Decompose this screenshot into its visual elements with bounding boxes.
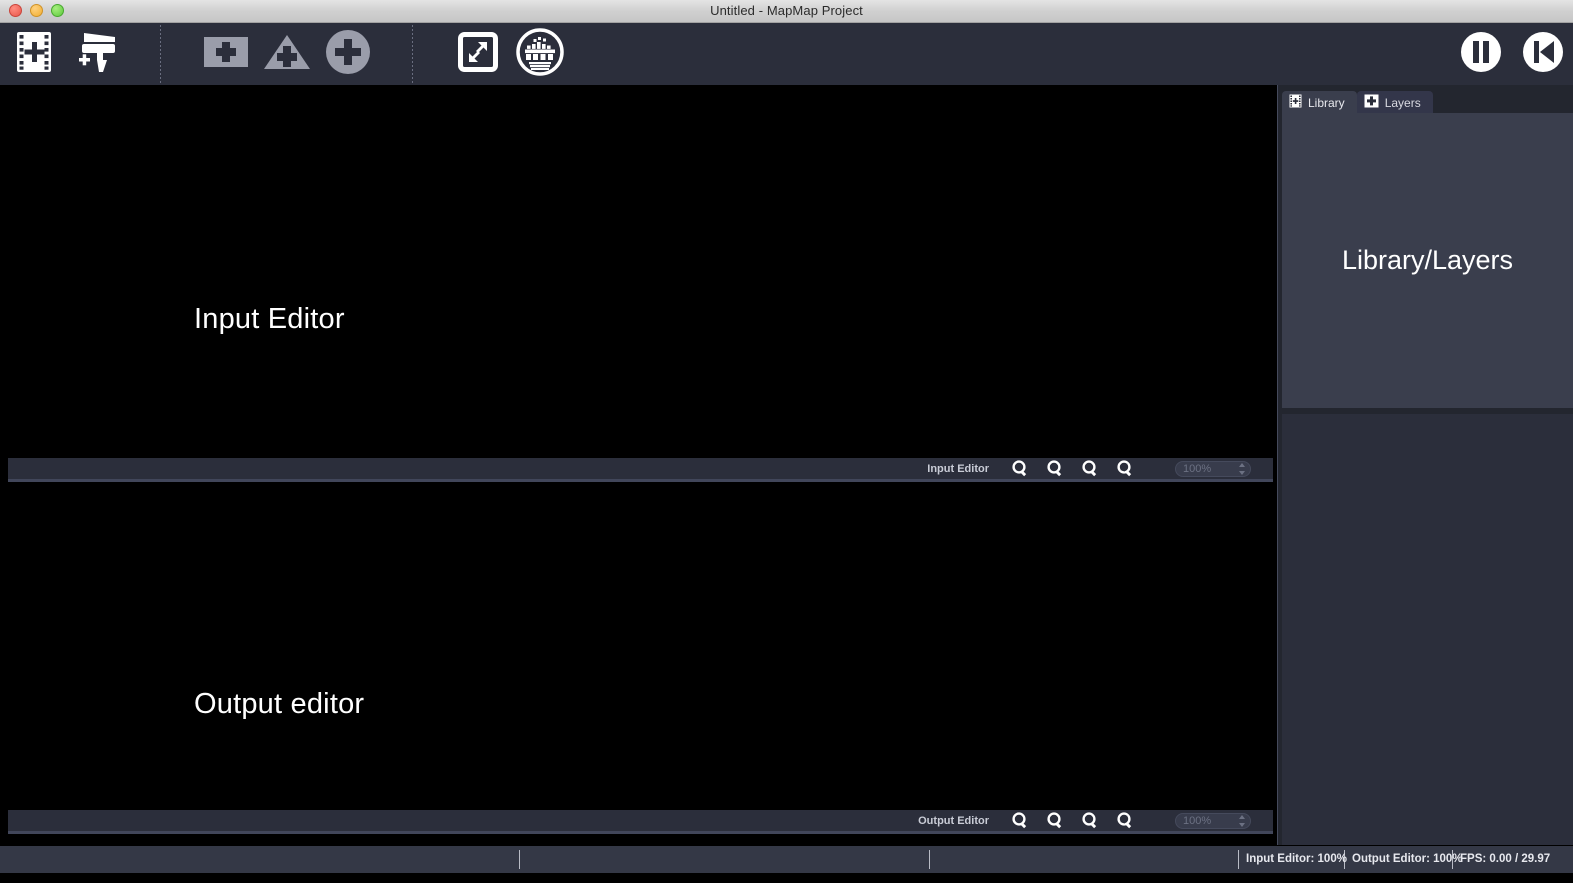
input-zoom-in-button[interactable] bbox=[1005, 458, 1035, 480]
add-color-paint-button[interactable] bbox=[68, 23, 124, 85]
test-signal-icon bbox=[516, 27, 564, 81]
pause-icon bbox=[1460, 31, 1502, 78]
output-editor-canvas[interactable]: Output editor bbox=[0, 488, 1273, 810]
add-ellipse-icon bbox=[325, 29, 371, 80]
add-media-file-button[interactable] bbox=[8, 23, 60, 85]
input-zoom-level-value: 100% bbox=[1183, 462, 1212, 475]
input-editor-canvas-label: Input Editor bbox=[194, 303, 345, 335]
output-editor-zoombar-title: Output Editor bbox=[918, 814, 989, 827]
library-pane-placeholder-text: Library/Layers bbox=[1341, 245, 1514, 275]
output-zoom-fit-button[interactable] bbox=[1110, 810, 1140, 832]
right-dock-panel: Library Layers Library/Layers bbox=[1277, 85, 1573, 845]
status-fps: FPS: 0.00 / 29.97 bbox=[1460, 853, 1551, 865]
main-toolbar bbox=[0, 23, 1573, 85]
output-zoom-out-button[interactable] bbox=[1040, 810, 1070, 832]
input-zoom-spinner-arrows[interactable] bbox=[1238, 462, 1245, 475]
input-editor-zoombar-title: Input Editor bbox=[927, 462, 989, 475]
tab-layers-label: Layers bbox=[1384, 96, 1421, 110]
tab-library[interactable]: Library bbox=[1282, 91, 1357, 115]
output-editor-canvas-label: Output editor bbox=[194, 688, 365, 720]
add-ellipse-button[interactable] bbox=[322, 23, 374, 85]
add-color-paint-icon bbox=[73, 30, 119, 79]
input-editor-canvas[interactable]: Input Editor bbox=[0, 85, 1273, 458]
toggle-fullscreen-button[interactable] bbox=[452, 23, 504, 85]
status-separator-3 bbox=[1238, 850, 1239, 869]
input-editor-zoom-toolbar: Input Editor 1 100% bbox=[8, 458, 1273, 482]
plus-square-icon bbox=[1364, 94, 1379, 113]
output-editor-zoom-toolbar: Output Editor 1 100% bbox=[8, 810, 1273, 834]
tab-layers[interactable]: Layers bbox=[1356, 91, 1433, 115]
status-bar: Input Editor: 100% Output Editor: 100% F… bbox=[0, 846, 1573, 873]
film-strip-icon bbox=[1289, 94, 1302, 113]
add-media-film-icon bbox=[16, 31, 52, 78]
add-quad-button[interactable] bbox=[200, 23, 252, 85]
fullscreen-icon bbox=[458, 31, 498, 77]
output-zoom-level-spinner[interactable]: 100% bbox=[1175, 812, 1251, 829]
window-bottom-edge bbox=[0, 873, 1573, 883]
input-zoom-level-spinner[interactable]: 100% bbox=[1175, 460, 1251, 477]
tab-library-label: Library bbox=[1308, 96, 1345, 110]
output-zoom-level-value: 100% bbox=[1183, 814, 1212, 827]
output-zoom-in-button[interactable] bbox=[1005, 810, 1035, 832]
add-quad-mesh-icon bbox=[203, 34, 249, 75]
toolbar-separator-1 bbox=[160, 25, 161, 83]
status-input-editor-zoom: Input Editor: 100% bbox=[1246, 853, 1347, 865]
output-zoom-spinner-arrows[interactable] bbox=[1238, 814, 1245, 827]
toolbar-separator-2 bbox=[412, 25, 413, 83]
status-separator-1 bbox=[519, 850, 520, 869]
dock-left-border bbox=[1277, 85, 1278, 845]
pause-button[interactable] bbox=[1457, 23, 1505, 85]
svg-text:1: 1 bbox=[1086, 463, 1091, 472]
mapmap-application-window: Untitled - MapMap Project Input Editor I… bbox=[0, 0, 1573, 883]
input-zoom-fit-button[interactable] bbox=[1110, 458, 1140, 480]
input-zoom-reset-button[interactable]: 1 bbox=[1075, 458, 1105, 480]
rewind-button[interactable] bbox=[1519, 23, 1567, 85]
status-separator-2 bbox=[929, 850, 930, 869]
layers-pane[interactable] bbox=[1282, 414, 1573, 845]
add-triangle-button[interactable] bbox=[260, 23, 314, 85]
status-output-editor-zoom: Output Editor: 100% bbox=[1352, 853, 1463, 865]
add-triangle-icon bbox=[262, 33, 312, 76]
editors-container: Input Editor Input Editor 1 100% Output … bbox=[0, 85, 1273, 845]
output-zoom-reset-button[interactable]: 1 bbox=[1075, 810, 1105, 832]
test-signal-button[interactable] bbox=[514, 23, 566, 85]
window-title: Untitled - MapMap Project bbox=[710, 3, 863, 18]
input-zoom-out-button[interactable] bbox=[1040, 458, 1070, 480]
svg-text:1: 1 bbox=[1086, 815, 1091, 824]
dock-tabbar: Library Layers bbox=[1282, 89, 1433, 115]
library-pane[interactable]: Library/Layers bbox=[1282, 113, 1573, 408]
window-titlebar: Untitled - MapMap Project bbox=[0, 0, 1573, 23]
rewind-icon bbox=[1522, 31, 1564, 78]
